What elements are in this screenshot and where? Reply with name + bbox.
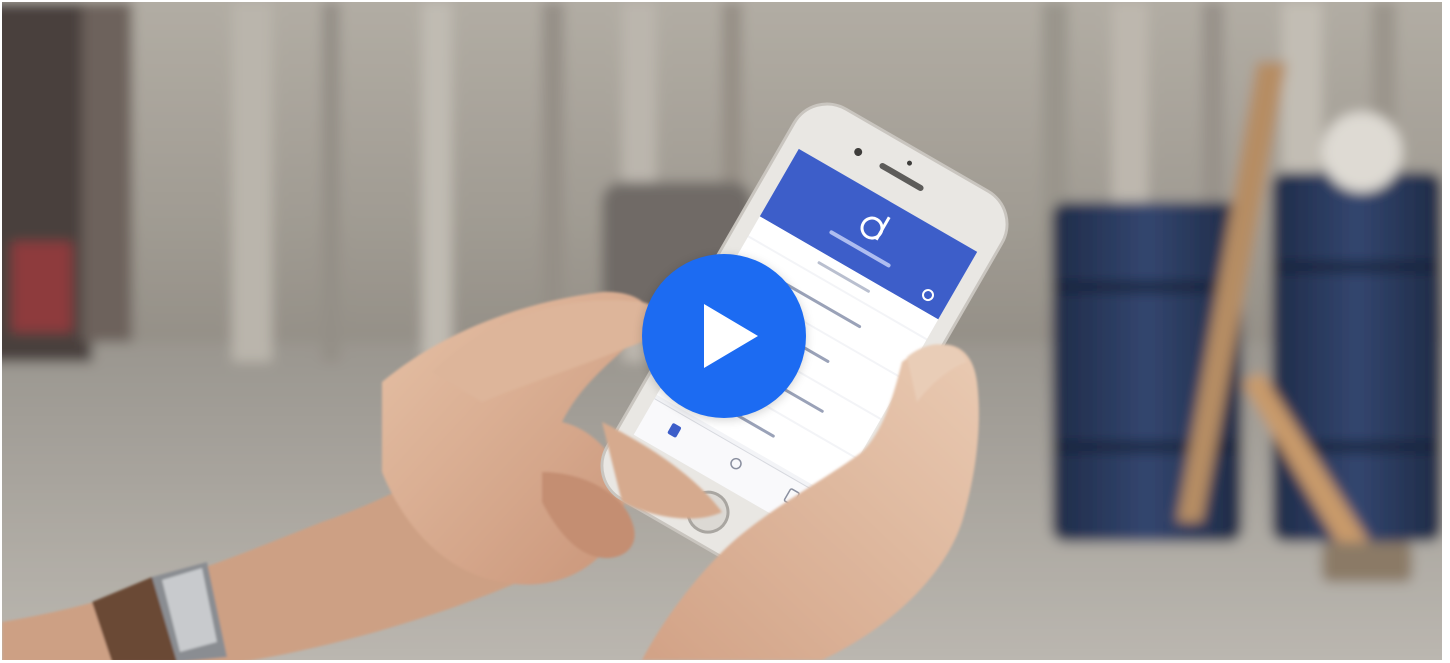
video-player[interactable]: [2, 2, 1442, 660]
play-icon: [704, 304, 758, 368]
play-button[interactable]: [642, 254, 806, 418]
